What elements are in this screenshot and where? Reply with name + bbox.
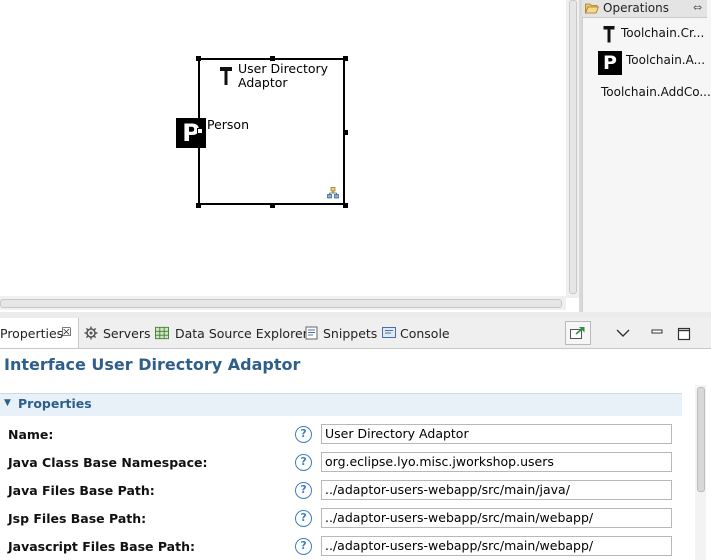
port-connector: [197, 128, 203, 134]
resize-handle[interactable]: [196, 56, 201, 61]
field-label-name: Name:: [8, 427, 54, 442]
tab-data-source-explorer[interactable]: Data Source Explorer: [175, 326, 308, 341]
tab-console[interactable]: Console: [400, 326, 450, 341]
node-title: User Directory Adaptor: [238, 61, 329, 90]
help-icon[interactable]: ?: [295, 538, 312, 555]
properties-vertical-scrollbar[interactable]: [695, 385, 706, 560]
scrollbar-thumb[interactable]: [569, 0, 577, 294]
vertical-scrollbar[interactable]: [566, 0, 579, 298]
scrollbar-thumb[interactable]: [697, 387, 705, 492]
data-source-explorer-icon: [155, 326, 169, 340]
scrollbar-thumb[interactable]: [0, 299, 562, 308]
view-menu-chevron-icon[interactable]: [612, 324, 634, 344]
palette-panel: [582, 0, 711, 312]
properties-title: Interface User Directory Adaptor: [4, 355, 301, 374]
palette-item-toolchain-cr[interactable]: Toolchain.Cr...: [621, 26, 704, 40]
help-icon[interactable]: ?: [295, 482, 312, 499]
maximize-icon[interactable]: [673, 324, 695, 344]
hammer-icon: [220, 67, 232, 85]
port-label: Person: [207, 117, 250, 132]
java-files-base-path-field[interactable]: ../adaptor-users-webapp/src/main/java/: [321, 480, 672, 500]
resize-handle[interactable]: [343, 56, 348, 61]
snippets-icon: [305, 326, 318, 340]
jsp-files-base-path-field[interactable]: ../adaptor-users-webapp/src/main/webapp/: [321, 508, 672, 528]
tab-snippets[interactable]: Snippets: [323, 326, 377, 341]
field-label-java-class-base-namespace: Java Class Base Namespace:: [8, 455, 208, 470]
horizontal-scrollbar[interactable]: [0, 296, 566, 310]
hammer-icon: [603, 26, 615, 43]
help-icon[interactable]: ?: [295, 454, 312, 471]
palette-item-toolchain-a[interactable]: Toolchain.A...: [626, 53, 705, 67]
hierarchy-icon[interactable]: [327, 187, 339, 199]
tab-properties-label[interactable]: Properties: [0, 326, 63, 341]
expand-triangle-icon[interactable]: ▼: [4, 398, 11, 408]
java-class-base-namespace-field[interactable]: org.eclipse.lyo.misc.jworkshop.users: [321, 452, 672, 472]
pin-view-button[interactable]: [565, 321, 591, 345]
palette-drawer-title: Operations: [603, 1, 669, 15]
name-field[interactable]: User Directory Adaptor: [321, 424, 672, 444]
servers-icon: [84, 326, 98, 340]
resize-handle[interactable]: [196, 203, 201, 208]
resize-handle[interactable]: [270, 203, 275, 208]
resize-handle[interactable]: [343, 203, 348, 208]
minimize-icon[interactable]: [646, 324, 668, 344]
field-label-java-files-base-path: Java Files Base Path:: [8, 483, 155, 498]
folder-open-icon: [585, 3, 599, 14]
help-icon[interactable]: ?: [295, 510, 312, 527]
close-icon[interactable]: ☒: [61, 325, 72, 339]
pin-icon: [570, 327, 585, 339]
field-label-javascript-files-base-path: Javascript Files Base Path:: [8, 539, 195, 554]
javascript-files-base-path-field[interactable]: ../adaptor-users-webapp/src/main/webapp/: [321, 536, 672, 556]
collapse-arrows-icon[interactable]: ⇔: [693, 1, 702, 14]
properties-section-header[interactable]: [0, 393, 682, 416]
help-icon[interactable]: ?: [295, 426, 312, 443]
resize-handle[interactable]: [343, 130, 348, 135]
palette-item-toolchain-addco[interactable]: Toolchain.AddCo...: [601, 85, 711, 99]
tab-servers[interactable]: Servers: [103, 326, 151, 341]
field-label-jsp-files-base-path: Jsp Files Base Path:: [8, 511, 147, 526]
console-icon: [382, 327, 396, 338]
p-badge-icon: P: [598, 51, 622, 75]
section-label: Properties: [18, 396, 92, 411]
